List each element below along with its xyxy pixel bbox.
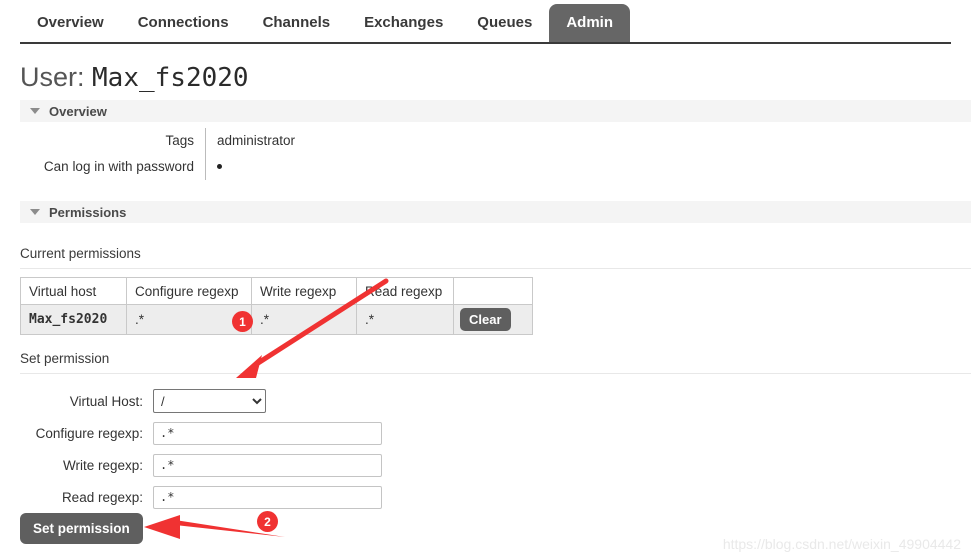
column-header-read-regexp: Read regexp: [356, 277, 454, 305]
clear-permission-button[interactable]: Clear: [460, 308, 511, 331]
chevron-down-icon: [30, 108, 40, 114]
section-header-permissions-label: Permissions: [49, 204, 127, 220]
nav-tab-channels[interactable]: Channels: [246, 4, 348, 43]
main-navigation: Overview Connections Channels Exchanges …: [0, 0, 971, 44]
overview-tags-label: Tags: [165, 133, 194, 148]
annotation-marker-1: 1: [232, 311, 253, 332]
page-title-label: User:: [20, 62, 85, 92]
overview-row-password: Can log in with password: [20, 154, 505, 180]
overview-details-list: Tags administrator Can log in with passw…: [20, 128, 505, 180]
virtual-host-label: Virtual Host:: [69, 393, 143, 409]
overview-row-tags: Tags administrator: [20, 128, 505, 154]
nav-tab-exchanges[interactable]: Exchanges: [347, 4, 460, 43]
permissions-table-head: Virtual host Configure regexp Write rege…: [20, 277, 533, 305]
nav-tab-list: Overview Connections Channels Exchanges …: [20, 0, 630, 43]
chevron-down-icon: [30, 209, 40, 215]
set-permission-button[interactable]: Set permission: [20, 513, 143, 544]
page-title-username: Max_fs2020: [92, 63, 249, 93]
set-permission-form: Virtual Host: / Configure regexp: Write …: [20, 386, 382, 514]
nav-tab-overview[interactable]: Overview: [20, 4, 121, 43]
set-permission-caption: Set permission: [20, 351, 110, 366]
nav-tab-queues[interactable]: Queues: [460, 4, 549, 43]
overview-tags-value: administrator: [205, 128, 505, 154]
table-header-row: Virtual host Configure regexp Write rege…: [20, 277, 533, 305]
section-header-permissions[interactable]: Permissions: [20, 201, 971, 223]
cell-read-regexp: .*: [356, 304, 454, 335]
form-row-configure-regexp: Configure regexp:: [20, 418, 382, 448]
read-regexp-label: Read regexp:: [61, 489, 143, 505]
write-regexp-label: Write regexp:: [62, 457, 143, 473]
form-row-read-regexp: Read regexp:: [20, 482, 382, 512]
current-permissions-caption: Current permissions: [20, 246, 141, 261]
write-regexp-input[interactable]: [153, 453, 382, 477]
read-regexp-input[interactable]: [153, 485, 382, 509]
watermark-text: https://blog.csdn.net/weixin_49904442: [722, 536, 961, 552]
nav-tab-connections[interactable]: Connections: [121, 4, 246, 43]
form-row-virtual-host: Virtual Host: /: [20, 386, 382, 416]
permissions-table-body: Max_fs2020 .* .* .* Clear: [20, 304, 533, 335]
form-row-write-regexp: Write regexp:: [20, 450, 382, 480]
permissions-table: Virtual host Configure regexp Write rege…: [20, 277, 533, 335]
column-header-configure-regexp: Configure regexp: [126, 277, 252, 305]
annotation-marker-2: 2: [257, 511, 278, 532]
column-header-write-regexp: Write regexp: [251, 277, 357, 305]
cell-virtual-host: Max_fs2020: [20, 304, 127, 335]
section-header-overview-label: Overview: [49, 103, 107, 119]
page-title: User: Max_fs2020: [20, 62, 249, 93]
column-header-actions: [453, 277, 533, 305]
cell-actions: Clear: [453, 304, 533, 335]
current-permissions-divider: [20, 268, 971, 269]
page-root: Overview Connections Channels Exchanges …: [0, 0, 971, 558]
nav-tab-admin[interactable]: Admin: [549, 4, 630, 43]
bullet-dot-icon: [217, 163, 222, 169]
section-header-overview[interactable]: Overview: [20, 100, 971, 122]
cell-write-regexp: .*: [251, 304, 357, 335]
overview-password-label: Can log in with password: [43, 159, 194, 174]
virtual-host-select[interactable]: /: [153, 389, 266, 413]
submit-button-wrapper: Set permission: [20, 513, 143, 544]
configure-regexp-label: Configure regexp:: [35, 425, 143, 441]
table-row: Max_fs2020 .* .* .* Clear: [20, 304, 533, 335]
column-header-virtual-host: Virtual host: [20, 277, 127, 305]
overview-password-value: [205, 154, 505, 180]
configure-regexp-input[interactable]: [153, 421, 382, 445]
nav-underline: [20, 42, 951, 44]
set-permission-divider: [20, 373, 971, 374]
